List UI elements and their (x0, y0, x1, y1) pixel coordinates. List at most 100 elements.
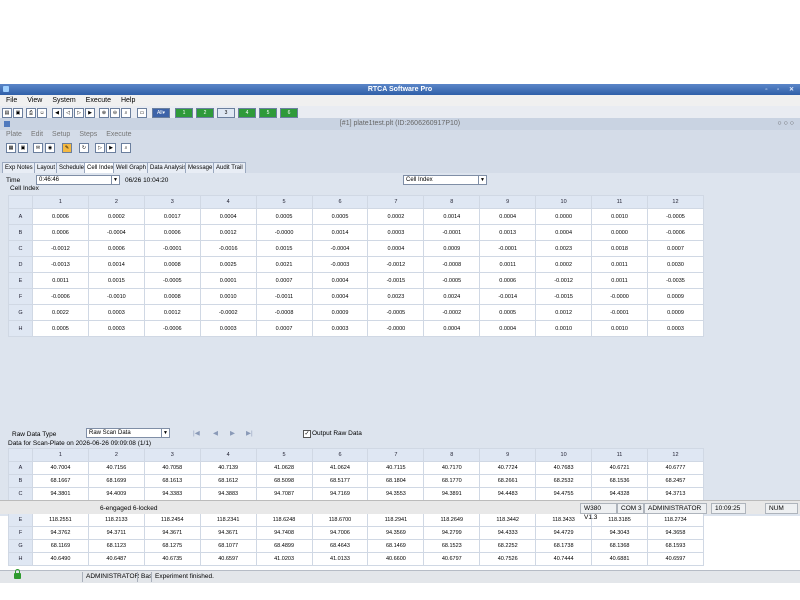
table-cell[interactable]: 40.7115 (367, 461, 425, 475)
table-cell[interactable]: -0.0000 (255, 224, 313, 241)
table-cell[interactable]: 94.3553 (367, 487, 425, 501)
table-cell[interactable]: 94.3043 (591, 526, 648, 540)
table-cell[interactable]: 94.3713 (646, 487, 705, 501)
station-2-button[interactable]: 2 (196, 108, 214, 118)
table-cell[interactable]: 0.0004 (423, 320, 481, 337)
row-header[interactable]: E (8, 272, 33, 289)
table-cell[interactable]: 40.6597 (646, 552, 705, 566)
table-cell[interactable]: 41.0624 (311, 461, 369, 475)
table-cell[interactable]: 0.0025 (199, 256, 257, 273)
column-header[interactable]: 6 (311, 448, 369, 462)
table-cell[interactable]: -0.0005 (367, 304, 425, 321)
table-cell[interactable]: 94.3671 (199, 526, 257, 540)
table-cell[interactable]: -0.0006 (32, 288, 89, 305)
table-cell[interactable]: 41.0203 (255, 552, 313, 566)
table-cell[interactable]: 0.0002 (367, 208, 425, 225)
table-cell[interactable]: 0.0014 (423, 208, 481, 225)
table-cell[interactable]: 68.1613 (143, 474, 201, 488)
menu-execute[interactable]: Execute (86, 97, 111, 104)
table-cell[interactable]: 94.4333 (479, 526, 537, 540)
table-cell[interactable]: -0.0006 (646, 224, 705, 241)
table-cell[interactable]: 94.7408 (255, 526, 313, 540)
table-cell[interactable]: 40.7058 (143, 461, 201, 475)
doc-next-icon[interactable]: ▷ (95, 143, 105, 153)
table-cell[interactable]: 0.0011 (591, 256, 648, 273)
table-cell[interactable]: 0.0010 (591, 208, 648, 225)
table-cell[interactable]: 68.2252 (479, 539, 537, 553)
table-cell[interactable]: 68.1804 (367, 474, 425, 488)
row-header[interactable]: F (8, 526, 33, 540)
table-cell[interactable]: 0.0008 (143, 288, 201, 305)
table-cell[interactable]: 0.0004 (311, 288, 369, 305)
table-cell[interactable]: 68.1169 (32, 539, 89, 553)
open-icon[interactable]: ▤ (2, 108, 12, 118)
table-cell[interactable]: 0.0007 (255, 272, 313, 289)
table-cell[interactable]: 94.3762 (32, 526, 89, 540)
table-cell[interactable]: 40.6490 (32, 552, 89, 566)
table-cell[interactable]: -0.0016 (199, 240, 257, 257)
menu-file[interactable]: File (6, 97, 17, 104)
column-header[interactable]: 8 (423, 195, 481, 209)
table-cell[interactable]: 40.7170 (423, 461, 481, 475)
table-cell[interactable]: 68.1368 (591, 539, 648, 553)
column-header[interactable]: 2 (87, 195, 145, 209)
table-cell[interactable]: 0.0011 (479, 256, 537, 273)
table-cell[interactable]: 40.6721 (591, 461, 648, 475)
column-header[interactable]: 9 (479, 195, 537, 209)
all-stations-button[interactable]: All▾ (152, 108, 170, 118)
table-cell[interactable]: 94.4328 (591, 487, 648, 501)
table-cell[interactable]: 94.4729 (535, 526, 593, 540)
table-cell[interactable]: -0.0005 (143, 272, 201, 289)
column-header[interactable]: 10 (535, 448, 593, 462)
table-cell[interactable]: 0.0003 (311, 320, 369, 337)
table-cell[interactable]: 0.0002 (87, 208, 145, 225)
refresh-icon[interactable]: ↻ (79, 143, 89, 153)
table-cell[interactable]: 0.0001 (199, 272, 257, 289)
row-header[interactable]: G (8, 539, 33, 553)
table-cell[interactable]: 0.0007 (255, 320, 313, 337)
time-select[interactable]: 0:46:46 ▼ (36, 175, 120, 185)
table-cell[interactable]: 0.0009 (423, 240, 481, 257)
table-cell[interactable]: 0.0000 (591, 224, 648, 241)
row-header[interactable]: F (8, 288, 33, 305)
station-5-button[interactable]: 5 (259, 108, 277, 118)
table-cell[interactable]: 68.2457 (646, 474, 705, 488)
table-cell[interactable]: -0.0005 (646, 208, 705, 225)
table-cell[interactable]: -0.0001 (143, 240, 201, 257)
table-cell[interactable]: 0.0013 (479, 224, 537, 241)
table-cell[interactable]: 94.4483 (479, 487, 537, 501)
table-cell[interactable]: 94.4755 (535, 487, 593, 501)
table-cell[interactable]: -0.0001 (591, 304, 648, 321)
table-cell[interactable]: 68.1123 (87, 539, 145, 553)
table-cell[interactable]: -0.0004 (87, 224, 145, 241)
table-cell[interactable]: 40.7156 (87, 461, 145, 475)
doc-zoom-icon[interactable]: ⌕ (121, 143, 131, 153)
table-cell[interactable]: 40.6777 (646, 461, 705, 475)
table-cell[interactable]: 0.0011 (591, 272, 648, 289)
table-cell[interactable]: -0.0010 (87, 288, 145, 305)
column-header[interactable]: 7 (367, 448, 425, 462)
table-cell[interactable]: 68.1536 (591, 474, 648, 488)
table-cell[interactable]: 94.3801 (32, 487, 89, 501)
table-cell[interactable]: -0.0005 (423, 272, 481, 289)
column-header[interactable]: 4 (199, 448, 257, 462)
table-cell[interactable]: 0.0009 (311, 304, 369, 321)
row-header[interactable]: H (8, 552, 33, 566)
table-cell[interactable]: 40.7004 (32, 461, 89, 475)
table-cell[interactable]: 0.0004 (535, 224, 593, 241)
table-cell[interactable]: 94.3383 (143, 487, 201, 501)
table-cell[interactable]: 0.0004 (367, 240, 425, 257)
user-icon[interactable]: ☺ (37, 108, 47, 118)
column-header[interactable]: 1 (32, 448, 89, 462)
table-cell[interactable]: 0.0010 (591, 320, 648, 337)
table-cell[interactable]: 0.0003 (199, 320, 257, 337)
table-cell[interactable]: 68.4899 (255, 539, 313, 553)
table-cell[interactable]: 68.1699 (87, 474, 145, 488)
save-doc-icon[interactable]: ▣ (18, 143, 28, 153)
row-header[interactable]: C (8, 487, 33, 501)
print-icon[interactable]: ⎙ (26, 108, 36, 118)
table-cell[interactable]: 40.7526 (479, 552, 537, 566)
table-cell[interactable]: 94.7006 (311, 526, 369, 540)
row-header[interactable]: A (8, 208, 33, 225)
table-cell[interactable]: -0.0000 (367, 320, 425, 337)
